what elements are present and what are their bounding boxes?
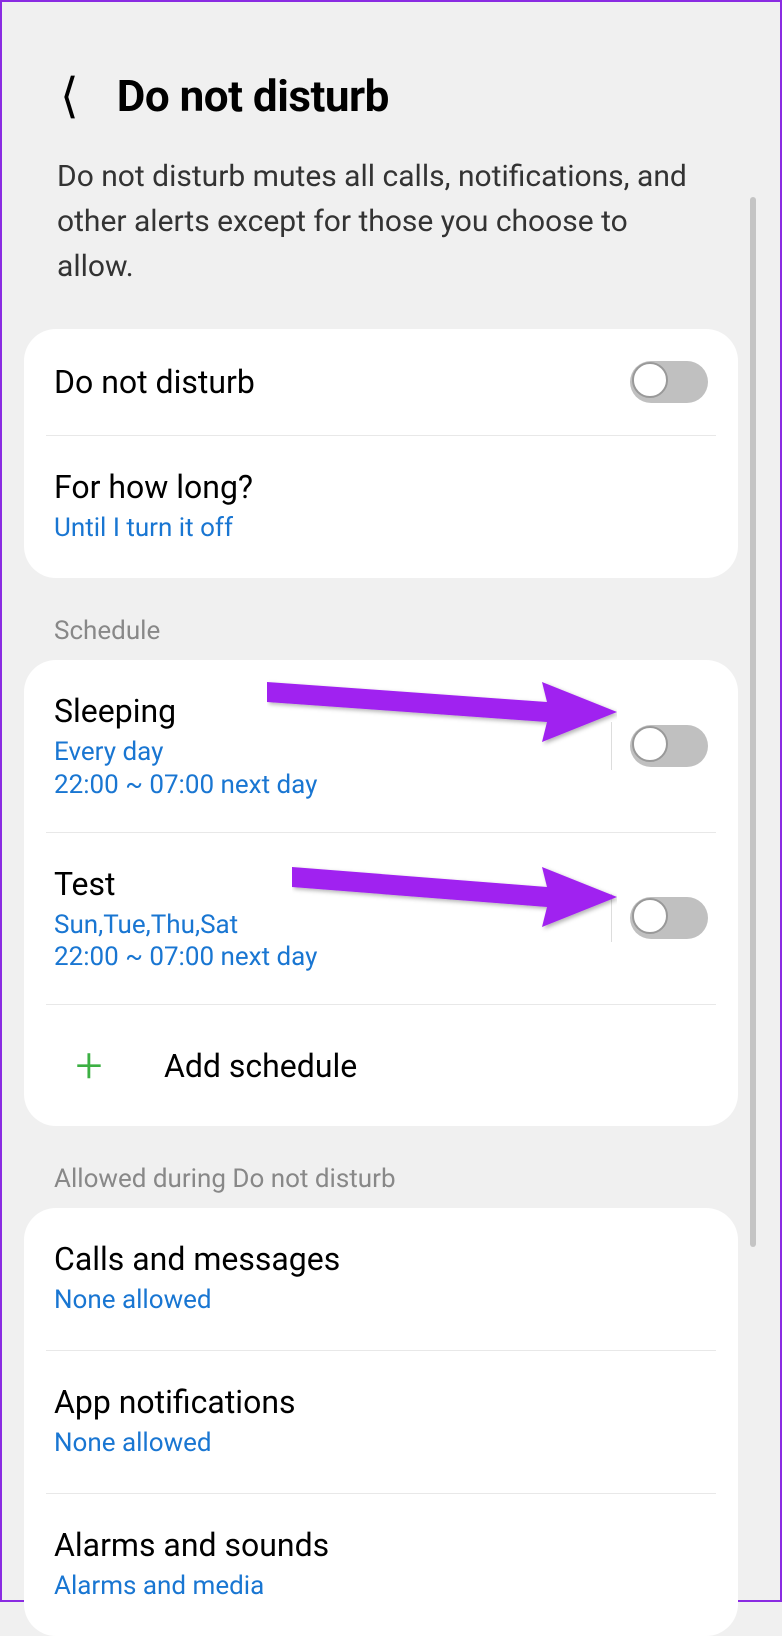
plus-icon: + bbox=[54, 1037, 124, 1094]
header: ⟨ Do not disturb bbox=[2, 2, 760, 154]
add-schedule-row[interactable]: + Add schedule bbox=[24, 1005, 738, 1126]
allowed-value: None allowed bbox=[54, 1427, 708, 1461]
allowed-card: Calls and messages None allowed App noti… bbox=[24, 1208, 738, 1635]
schedule-card: Sleeping Every day 22:00 ~ 07:00 next da… bbox=[24, 660, 738, 1127]
schedule-days: Every day bbox=[54, 736, 611, 770]
dnd-main-card: Do not disturb For how long? Until I tur… bbox=[24, 329, 738, 578]
schedule-title: Test bbox=[54, 865, 611, 903]
schedule-title: Sleeping bbox=[54, 692, 611, 730]
page-title: Do not disturb bbox=[117, 70, 389, 122]
schedule-item-sleeping[interactable]: Sleeping Every day 22:00 ~ 07:00 next da… bbox=[24, 660, 738, 832]
allowed-title: App notifications bbox=[54, 1383, 708, 1421]
vertical-divider bbox=[611, 722, 612, 770]
back-icon[interactable]: ⟨ bbox=[60, 67, 79, 124]
schedule-toggle-sleeping[interactable] bbox=[630, 725, 708, 767]
page-description: Do not disturb mutes all calls, notifica… bbox=[2, 154, 760, 329]
allowed-value: None allowed bbox=[54, 1284, 708, 1318]
allowed-item-apps[interactable]: App notifications None allowed bbox=[24, 1351, 738, 1493]
schedule-toggle-test[interactable] bbox=[630, 897, 708, 939]
section-header-schedule: Schedule bbox=[2, 578, 760, 660]
section-header-allowed: Allowed during Do not disturb bbox=[2, 1126, 760, 1208]
schedule-item-test[interactable]: Test Sun,Tue,Thu,Sat 22:00 ~ 07:00 next … bbox=[24, 833, 738, 1005]
dnd-toggle-row[interactable]: Do not disturb bbox=[24, 329, 738, 435]
how-long-value: Until I turn it off bbox=[54, 512, 708, 546]
allowed-title: Alarms and sounds bbox=[54, 1526, 708, 1564]
how-long-row[interactable]: For how long? Until I turn it off bbox=[24, 436, 738, 578]
add-schedule-label: Add schedule bbox=[164, 1047, 357, 1085]
allowed-value: Alarms and media bbox=[54, 1570, 708, 1604]
schedule-time: 22:00 ~ 07:00 next day bbox=[54, 942, 611, 972]
vertical-divider bbox=[611, 894, 612, 942]
scrollbar[interactable] bbox=[750, 197, 756, 1247]
schedule-days: Sun,Tue,Thu,Sat bbox=[54, 909, 611, 943]
allowed-title: Calls and messages bbox=[54, 1240, 708, 1278]
allowed-item-calls[interactable]: Calls and messages None allowed bbox=[24, 1208, 738, 1350]
dnd-toggle[interactable] bbox=[630, 361, 708, 403]
schedule-time: 22:00 ~ 07:00 next day bbox=[54, 770, 611, 800]
allowed-item-alarms[interactable]: Alarms and sounds Alarms and media bbox=[24, 1494, 738, 1636]
how-long-label: For how long? bbox=[54, 468, 708, 506]
dnd-toggle-label: Do not disturb bbox=[54, 363, 630, 401]
